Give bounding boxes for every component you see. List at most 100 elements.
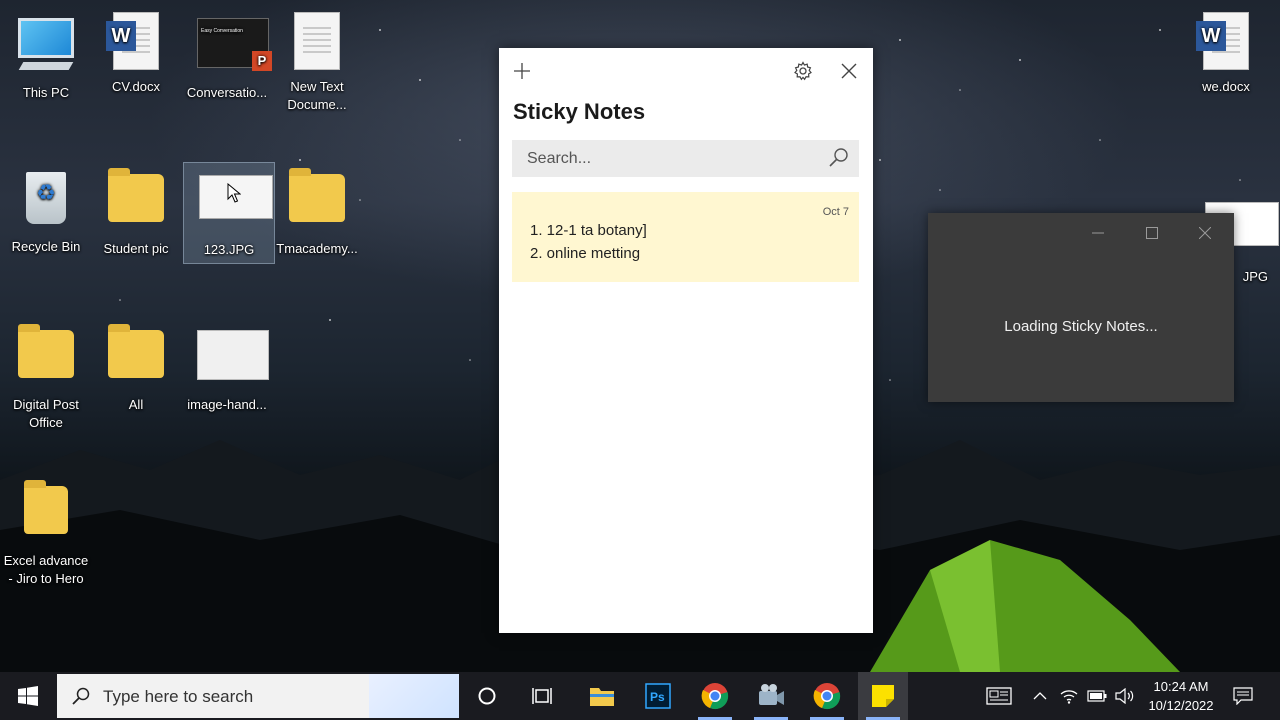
network-button[interactable] — [1056, 672, 1082, 720]
desktop-icon-image-hand[interactable]: image-hand... — [181, 324, 273, 414]
close-button[interactable] — [1186, 219, 1224, 247]
taskbar: Type here to search Ps 10:24 AM 10/12/20… — [0, 672, 1280, 720]
word-document-icon: W — [106, 12, 166, 72]
icon-label: New Text — [290, 79, 344, 94]
icon-label: This PC — [22, 85, 70, 100]
text-document-icon — [287, 12, 347, 72]
minimize-button[interactable] — [1079, 219, 1117, 247]
folder-user-icon — [16, 324, 76, 390]
folder-icon — [106, 324, 166, 390]
desktop-icon-digital-post-office[interactable]: Digital Post Office — [0, 324, 92, 432]
file-explorer-button[interactable] — [578, 672, 626, 720]
desktop-icon-recycle-bin[interactable]: Recycle Bin — [0, 168, 92, 256]
icon-label: 123.JPG — [203, 242, 255, 257]
note-card[interactable]: Oct 7 1. 12-1 ta botany] 2. online metti… — [512, 192, 859, 282]
desktop-icon-123-jpg[interactable]: 123.JPG — [183, 162, 275, 264]
search-placeholder: Search... — [527, 150, 592, 167]
search-input[interactable]: Search... — [512, 140, 859, 177]
icon-label: Recycle Bin — [11, 239, 81, 254]
maximize-button[interactable] — [1133, 219, 1171, 247]
icon-label: image-hand... — [187, 397, 267, 412]
photoshop-button[interactable]: Ps — [634, 672, 682, 720]
chrome-button[interactable] — [690, 672, 740, 720]
desktop-icon-we-docx[interactable]: W we.docx — [1180, 12, 1272, 96]
desktop-icon-all[interactable]: All — [90, 324, 182, 414]
loading-message: Loading Sticky Notes... — [1004, 318, 1158, 335]
sticky-notes-taskbar-button[interactable] — [858, 672, 908, 720]
desktop-icon-tmacademy[interactable]: Tmacademy... — [271, 168, 363, 258]
loading-window: Loading Sticky Notes... — [928, 213, 1234, 402]
icon-label: Digital Post — [13, 397, 79, 412]
icon-label: Conversatio... — [186, 85, 268, 100]
plus-icon — [514, 63, 530, 79]
chrome-button-2[interactable] — [802, 672, 852, 720]
app-title: Sticky Notes — [513, 99, 646, 124]
add-note-button[interactable] — [506, 55, 538, 87]
icon-label: we.docx — [1202, 79, 1250, 94]
note-date: Oct 7 — [822, 206, 849, 218]
desktop-icon-conversation[interactable]: Easy Conversation P Conversatio... — [181, 12, 273, 102]
speaker-icon — [1115, 688, 1134, 704]
battery-button[interactable] — [1084, 672, 1110, 720]
icon-label: Excel advance — [3, 553, 89, 568]
chrome-icon — [813, 683, 841, 710]
folder-icon — [16, 480, 76, 546]
photoshop-icon: Ps — [645, 683, 671, 709]
news-icon — [986, 687, 1012, 705]
clock-time: 10:24 AM — [1153, 679, 1209, 694]
volume-button[interactable] — [1112, 672, 1138, 720]
icon-label: All — [128, 397, 144, 412]
battery-icon — [1087, 690, 1107, 702]
news-button[interactable] — [980, 672, 1018, 720]
computer-icon — [16, 18, 76, 78]
chrome-icon — [701, 683, 729, 710]
task-view-button[interactable] — [520, 672, 566, 720]
maximize-icon — [1146, 227, 1158, 239]
word-document-icon: W — [1196, 12, 1256, 72]
show-hidden-icons-button[interactable] — [1028, 672, 1052, 720]
sticky-notes-window: Sticky Notes Search... Oct 7 1. 12-1 ta … — [499, 48, 873, 633]
cortana-button[interactable] — [464, 672, 510, 720]
wifi-icon — [1060, 690, 1078, 704]
file-explorer-icon — [590, 688, 614, 706]
start-button[interactable] — [0, 672, 56, 720]
video-camera-icon — [759, 684, 784, 705]
close-button[interactable] — [833, 55, 865, 87]
sticky-notes-icon — [872, 685, 894, 707]
clock-date: 10/12/2022 — [1148, 698, 1214, 713]
close-icon — [841, 63, 857, 79]
cortana-icon — [478, 687, 496, 705]
desktop-icon-this-pc[interactable]: This PC — [0, 12, 92, 102]
minimize-icon — [1092, 232, 1104, 234]
close-icon — [1199, 227, 1211, 239]
gear-icon — [794, 61, 812, 81]
desktop-icon-cv-docx[interactable]: W CV.docx — [90, 12, 182, 96]
desktop-icon-student-pic[interactable]: Student pic — [90, 168, 182, 258]
task-view-icon — [532, 688, 552, 704]
taskbar-search-box[interactable]: Type here to search — [57, 674, 459, 718]
folder-icon — [106, 168, 166, 234]
icon-label-line2: Docume... — [287, 97, 347, 112]
note-line-1: 1. 12-1 ta botany] — [530, 222, 647, 239]
video-editor-button[interactable] — [746, 672, 796, 720]
icon-label: Student pic — [103, 241, 169, 256]
icon-label: CV.docx — [112, 79, 160, 94]
mouse-pointer-icon — [227, 183, 241, 203]
thumbnail-title: Easy Conversation — [201, 28, 243, 34]
icon-label-line2: - Jiro to Hero — [8, 571, 84, 586]
image-thumbnail-icon — [197, 330, 269, 390]
svg-text:Ps: Ps — [650, 690, 665, 704]
search-icon — [72, 687, 90, 705]
notifications-button[interactable] — [1226, 672, 1260, 720]
windows-logo-icon — [18, 686, 38, 706]
note-line-2: 2. online metting — [530, 245, 641, 262]
settings-button[interactable] — [787, 55, 819, 87]
icon-label-line2: Office — [29, 415, 63, 430]
folder-icon — [287, 168, 347, 234]
search-icon[interactable] — [825, 144, 853, 172]
search-highlight-illustration — [369, 674, 459, 718]
clock-button[interactable]: 10:24 AM 10/12/2022 — [1140, 672, 1222, 720]
desktop-icon-excel-advance[interactable]: Excel advance - Jiro to Hero — [0, 480, 92, 588]
desktop-icon-new-text-document[interactable]: New Text Docume... — [271, 12, 363, 114]
notification-center-icon — [1233, 687, 1253, 705]
